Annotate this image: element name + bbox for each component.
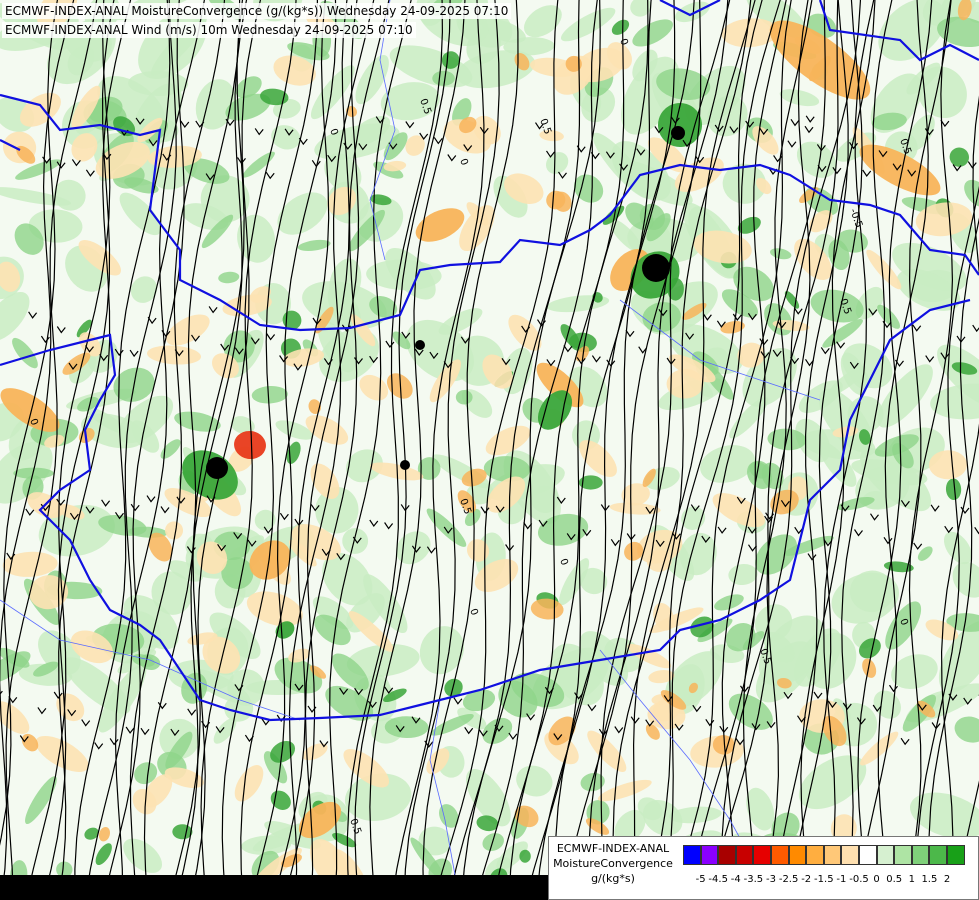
moisture-convergence-map: 00.500.50-0.50.500.500.500.500.5: [0, 0, 979, 900]
legend-title: ECMWF-INDEX-ANAL MoistureConvergence g/(…: [549, 841, 677, 886]
map-stage: 0 0.5 0 0.5 0 -0.5 0.5 0 0.5 0 0.5 0 0.5 0 0.5 ECMWF-I…: [0, 0, 979, 900]
legend-tick-label: -5: [695, 874, 706, 885]
legend-swatch: [823, 845, 842, 865]
legend-parameter: MoistureConvergence: [553, 857, 673, 870]
legend-tick-label: 0.5: [886, 874, 903, 885]
legend-swatch: [753, 845, 771, 865]
map-title-moisture: ECMWF-INDEX-ANAL MoistureConvergence (g/…: [2, 3, 512, 19]
convergence-patch: [432, 70, 455, 86]
legend-tick-label: -1.5: [814, 874, 834, 885]
legend-swatch: [929, 845, 947, 865]
legend-unit: g/(kg*s): [591, 872, 635, 885]
legend-tick-label: -2.5: [778, 874, 799, 885]
legend-tick-label: -1: [836, 874, 847, 885]
legend-tick-label: -3: [766, 874, 776, 885]
color-legend: ECMWF-INDEX-ANAL MoistureConvergence g/(…: [548, 836, 979, 900]
legend-swatch: [858, 845, 877, 865]
legend-swatch: [894, 845, 912, 865]
legend-swatch: [788, 845, 807, 865]
convergence-core: [415, 340, 425, 350]
legend-swatch: [946, 845, 965, 865]
legend-tick-label: 1: [908, 874, 915, 885]
legend-tick-label: -4.5: [708, 874, 728, 885]
legend-source: ECMWF-INDEX-ANAL: [556, 842, 670, 855]
legend-swatches: [683, 845, 965, 865]
legend-swatch: [876, 845, 895, 865]
legend-swatch: [911, 845, 930, 865]
convergence-core: [206, 457, 228, 479]
legend-tick-label: 2: [943, 874, 951, 885]
legend-swatch: [683, 845, 701, 865]
bottom-black-band: [0, 875, 548, 900]
legend-tick-labels: -5 -4.5 -4 -3.5 -3 -2.5 -2 -1.5 -1 -0.5 0 0.5 1 1.5 2: [683, 874, 973, 888]
legend-tick-label: -3.5: [743, 874, 764, 885]
legend-swatch: [735, 845, 754, 865]
legend-swatch: [700, 845, 719, 865]
legend-swatch: [841, 845, 859, 865]
legend-tick-label: -2: [801, 874, 812, 885]
legend-tick-label: -4: [730, 874, 741, 885]
legend-swatch: [718, 845, 736, 865]
legend-swatch: [806, 845, 824, 865]
legend-tick-label: -0.5: [849, 874, 869, 885]
convergence-patch: [455, 389, 473, 405]
legend-tick-label: 0: [873, 874, 880, 885]
map-title-wind: ECMWF-INDEX-ANAL Wind (m/s) 10m Wednesda…: [2, 22, 416, 38]
legend-tick-label: 1.5: [921, 874, 938, 885]
legend-swatch: [770, 845, 789, 865]
